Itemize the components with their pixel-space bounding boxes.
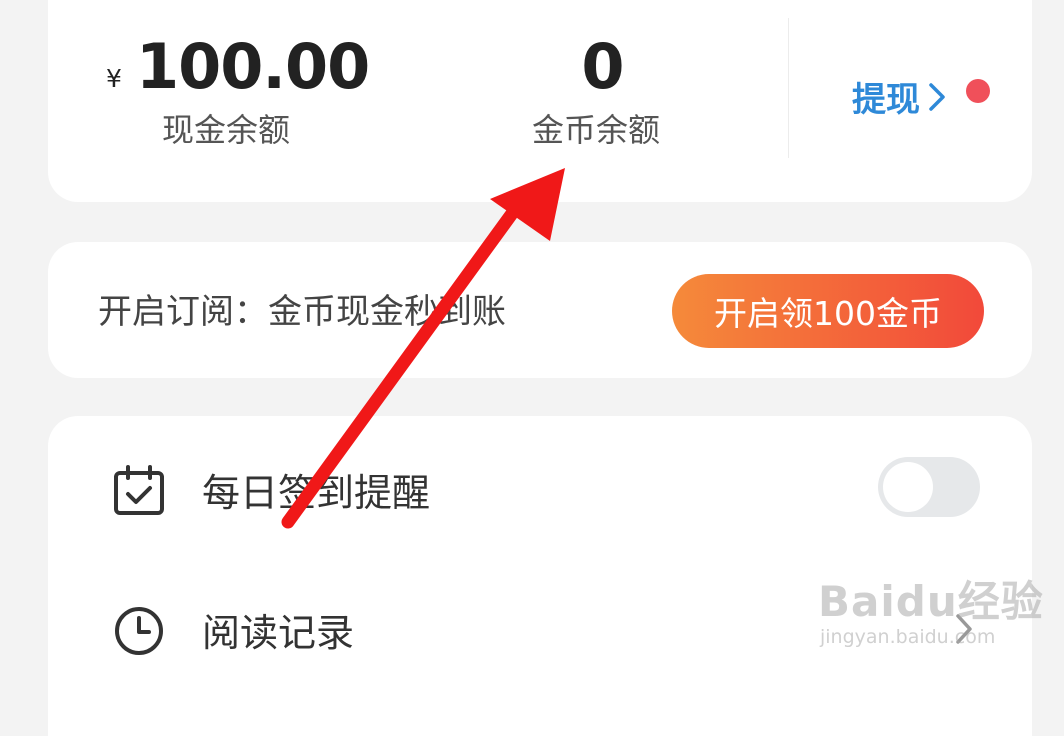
withdraw-button[interactable]: 提现 (852, 72, 946, 121)
cash-label: 现金余额 (162, 111, 291, 149)
settings-card: 每日签到提醒 阅读记录 (48, 416, 1032, 736)
notification-dot (966, 79, 990, 103)
vertical-divider (788, 18, 789, 158)
daily-checkin-toggle[interactable] (878, 457, 980, 517)
chevron-right-icon (929, 82, 945, 111)
coin-amount: 0 (581, 30, 625, 103)
subscribe-text: 开启订阅：金币现金秒到账 (98, 292, 506, 332)
toggle-knob (883, 462, 933, 512)
clock-icon (115, 607, 163, 655)
calendar-check-icon (114, 465, 164, 515)
subscribe-card: 开启订阅：金币现金秒到账 开启领100金币 (48, 242, 1032, 378)
watermark-url: jingyan.baidu.com (820, 626, 996, 648)
currency-symbol: ¥ (106, 64, 122, 93)
coin-label: 金币余额 (532, 111, 661, 149)
reading-history-label: 阅读记录 (202, 611, 355, 655)
withdraw-label: 提现 (852, 80, 920, 120)
daily-checkin-label: 每日签到提醒 (202, 471, 431, 515)
cash-amount: 100.00 (136, 30, 370, 103)
watermark-logo: Baidu经验 (818, 577, 1044, 626)
list-item-daily-checkin-reminder[interactable]: 每日签到提醒 (48, 438, 1032, 548)
balance-card: ¥ 100.00 现金余额 0 金币余额 提现 (48, 0, 1032, 202)
watermark: Baidu经验 jingyan.baidu.com (818, 577, 1044, 649)
subscribe-button[interactable]: 开启领100金币 (672, 274, 984, 348)
